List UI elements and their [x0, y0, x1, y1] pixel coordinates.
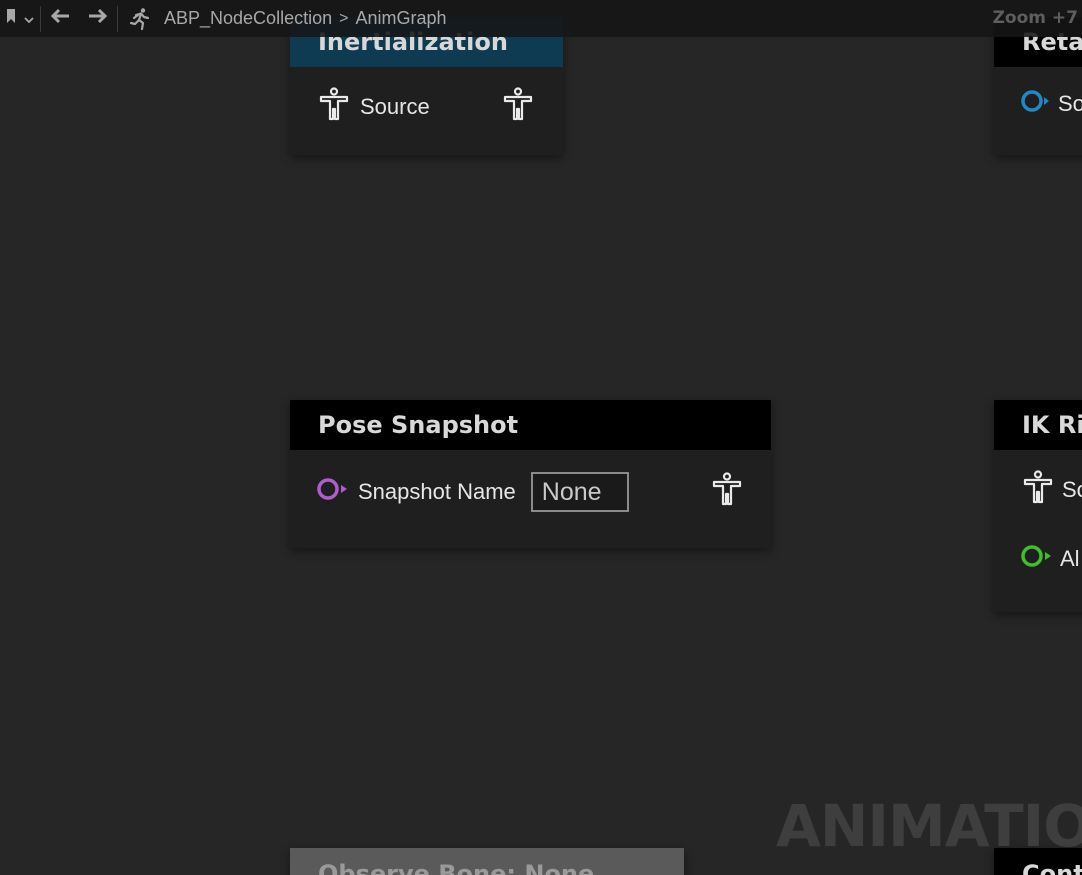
graph-toolbar: ABP_NodeCollection > AnimGraph Zoom +7 — [0, 0, 1082, 37]
breadcrumb-asset[interactable]: ABP_NodeCollection — [164, 8, 332, 29]
observe-bone-node[interactable]: Observe Bone: None — [290, 848, 684, 875]
snapshot-name-label: Snapshot Name — [358, 479, 516, 504]
retarget-node[interactable]: Retar So — [994, 17, 1082, 155]
breadcrumb-separator: > — [339, 9, 349, 27]
node-header: Observe Bone: None — [290, 848, 684, 875]
snapshot-name-input[interactable]: None — [530, 472, 629, 512]
graph-watermark: ANIMATION — [776, 792, 1082, 860]
snapshot-name-pin[interactable]: Snapshot Name None — [316, 472, 629, 512]
back-button[interactable] — [41, 0, 79, 37]
forward-button[interactable] — [79, 0, 117, 37]
back-arrow-icon — [50, 8, 70, 29]
name-pin-icon[interactable] — [316, 477, 348, 507]
node-title: Pose Snapshot — [318, 411, 519, 439]
chevron-down-icon — [24, 8, 34, 29]
node-title: Contr — [1022, 860, 1082, 875]
breadcrumb-graph[interactable]: AnimGraph — [355, 8, 446, 29]
ik-rig-node[interactable]: IK Rig So Al — [994, 400, 1082, 612]
zoom-level: Zoom +7 — [992, 8, 1078, 28]
snapshot-name-value: None — [541, 477, 602, 506]
source-label: So — [1062, 477, 1082, 502]
node-header: IK Rig — [994, 400, 1082, 450]
object-pin-icon[interactable] — [1020, 89, 1050, 119]
bookmark-button[interactable] — [0, 0, 40, 37]
source-pose-pin[interactable]: So — [1022, 470, 1082, 510]
node-title: Observe Bone: None — [318, 860, 595, 875]
forward-arrow-icon — [88, 8, 108, 29]
pose-pin-icon[interactable] — [1022, 470, 1054, 510]
node-title: IK Rig — [1022, 411, 1082, 439]
bookmark-icon — [6, 8, 20, 29]
pose-snapshot-node[interactable]: Pose Snapshot Snapshot Name None — [290, 400, 771, 548]
source-pin[interactable]: So — [1020, 89, 1082, 119]
source-label: Source — [360, 94, 430, 119]
alpha-pin[interactable]: Al — [1020, 544, 1080, 574]
source-label: So — [1058, 91, 1082, 116]
pose-pin-icon[interactable] — [318, 87, 350, 127]
graph-canvas[interactable]: Inertialization Source Retar — [0, 0, 1082, 875]
node-header: Pose Snapshot — [290, 400, 771, 450]
output-pose-pin-icon[interactable] — [711, 472, 743, 512]
running-man-icon — [128, 7, 152, 31]
inertialization-node[interactable]: Inertialization Source — [290, 17, 563, 155]
source-pose-pin[interactable]: Source — [318, 87, 430, 127]
float-pin-icon[interactable] — [1020, 544, 1052, 574]
alpha-label: Al — [1060, 546, 1080, 571]
toolbar-separator — [117, 5, 118, 32]
output-pose-pin-icon[interactable] — [502, 87, 534, 127]
